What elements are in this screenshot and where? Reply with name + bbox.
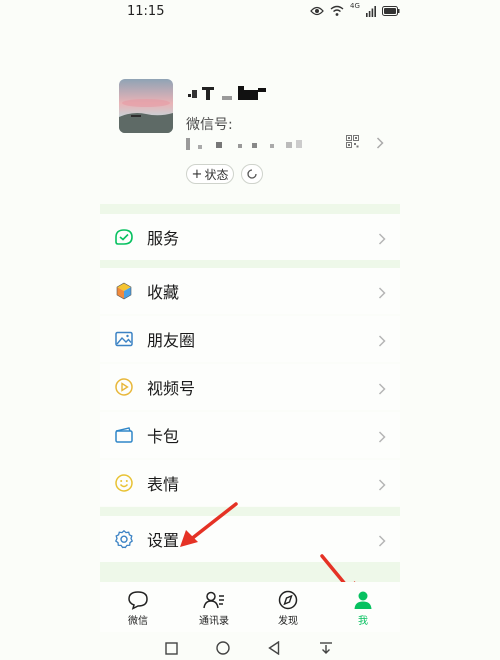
profile-chevron-icon[interactable]	[376, 134, 384, 153]
menu-item-moments[interactable]: 朋友圈	[100, 316, 400, 362]
chevron-right-icon	[378, 428, 386, 447]
section-divider	[100, 204, 400, 214]
tab-contacts[interactable]: 通讯录	[184, 590, 244, 627]
discover-icon	[278, 590, 298, 610]
menu-item-label: 设置	[147, 531, 180, 550]
menu-item-label: 服务	[147, 229, 180, 248]
bottom-tab-bar: 微信 通讯录 发现 我	[100, 582, 400, 632]
signal-icon	[365, 5, 376, 17]
service-icon	[114, 227, 134, 247]
refresh-button[interactable]	[241, 164, 263, 184]
recent-apps-icon[interactable]	[165, 642, 178, 655]
status-icons: 4G	[310, 2, 400, 19]
menu-item-label: 卡包	[147, 427, 180, 446]
settings-icon	[114, 529, 134, 549]
tab-me[interactable]: 我	[333, 590, 393, 627]
sticker-icon	[114, 473, 134, 493]
chevron-right-icon	[378, 532, 386, 551]
menu-item-service[interactable]: 服务	[100, 214, 400, 260]
home-icon[interactable]	[216, 641, 230, 655]
channels-icon	[114, 377, 134, 397]
section-divider	[100, 507, 400, 516]
me-icon	[354, 591, 372, 609]
menu-item-label: 朋友圈	[147, 331, 196, 350]
system-nav-bar	[0, 636, 500, 660]
qr-code-icon[interactable]	[346, 133, 359, 152]
eye-comfort-icon	[310, 6, 324, 16]
status-time: 11:15	[127, 4, 165, 19]
moments-icon	[114, 329, 134, 349]
menu-item-channels[interactable]: 视频号	[100, 364, 400, 410]
chevron-right-icon	[378, 332, 386, 351]
tab-label: 我	[358, 616, 368, 627]
status-bar: 11:15 4G	[0, 0, 500, 24]
annotation-arrow	[180, 502, 238, 547]
chevron-right-icon	[378, 476, 386, 495]
menu-item-label: 收藏	[147, 283, 180, 302]
network-type-label: 4G	[350, 2, 360, 10]
menu-item-stickers[interactable]: 表情	[100, 460, 400, 506]
contacts-icon	[203, 591, 224, 609]
menu-item-favorites[interactable]: 收藏	[100, 268, 400, 314]
status-button-label: 状态	[204, 167, 229, 182]
chevron-right-icon	[378, 284, 386, 303]
nickname-redacted	[186, 84, 276, 104]
wechat-id-redacted	[186, 136, 306, 150]
chat-icon	[128, 591, 148, 610]
back-icon[interactable]	[268, 641, 280, 655]
tab-label: 微信	[128, 616, 148, 627]
plus-icon: +	[191, 166, 203, 182]
card-wallet-icon	[114, 425, 134, 445]
tab-label: 发现	[278, 616, 298, 627]
menu-item-card-wallet[interactable]: 卡包	[100, 412, 400, 458]
section-divider	[100, 259, 400, 268]
wifi-icon	[330, 5, 344, 16]
wechat-id-label: 微信号:	[186, 117, 233, 133]
avatar[interactable]	[119, 79, 173, 133]
menu-item-label: 视频号	[147, 379, 196, 398]
favorites-icon	[114, 281, 134, 301]
battery-icon	[381, 6, 400, 16]
chevron-right-icon	[378, 380, 386, 399]
tab-discover[interactable]: 发现	[258, 590, 318, 627]
chevron-right-icon	[378, 230, 386, 249]
status-button[interactable]: + 状态	[186, 164, 234, 184]
refresh-icon	[247, 169, 257, 179]
tab-chats[interactable]: 微信	[108, 590, 168, 627]
tab-label: 通讯录	[199, 616, 229, 627]
notification-shade-icon[interactable]	[319, 641, 333, 655]
menu-item-label: 表情	[147, 475, 180, 494]
